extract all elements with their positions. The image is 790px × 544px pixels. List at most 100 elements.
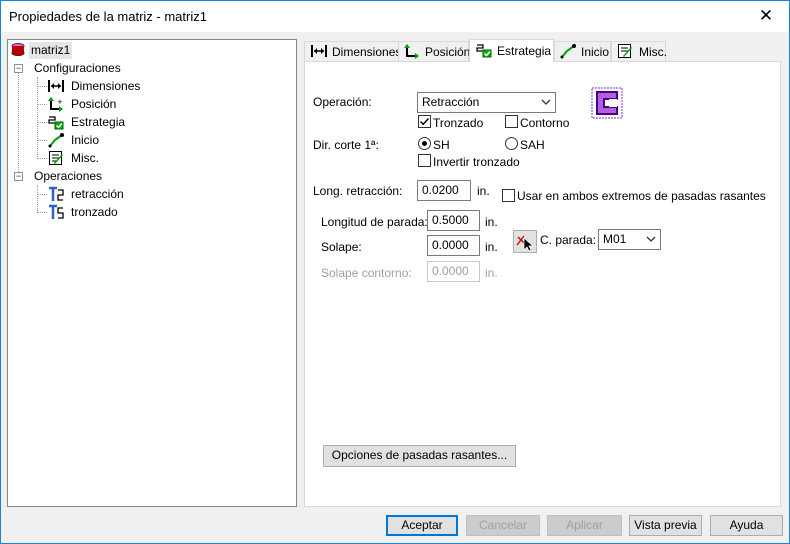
aplicar-button[interactable]: Aplicar: [547, 515, 622, 536]
tree-connector: [38, 122, 47, 123]
collapse-icon[interactable]: −: [14, 172, 23, 181]
solape-input[interactable]: 0.0000: [427, 235, 480, 256]
usar-ambos-checkbox[interactable]: [502, 189, 515, 202]
unit-label: in.: [477, 184, 490, 198]
tab-estrategia[interactable]: Estrategia: [469, 39, 554, 62]
properties-dialog: Propiedades de la matriz - matriz1 ✕ mat…: [0, 0, 790, 544]
tree-connector: [38, 140, 47, 141]
matrix-icon: [11, 43, 25, 56]
tree-item-inicio[interactable]: Inicio: [48, 132, 148, 149]
tab-label: Estrategia: [497, 44, 552, 58]
unit-label: in.: [485, 266, 498, 280]
position-icon: +: [48, 97, 63, 112]
window-title: Propiedades de la matriz - matriz1: [9, 9, 207, 24]
c-parada-label: C. parada:: [540, 233, 597, 247]
long-retraccion-input[interactable]: 0.0200: [417, 180, 471, 201]
tree-label: Dimensiones: [71, 79, 141, 93]
tree-item-posicion[interactable]: + Posición: [48, 96, 148, 113]
notes-icon: [618, 44, 632, 58]
tab-misc[interactable]: Misc.: [611, 41, 667, 61]
solape-contorno-input[interactable]: 0.0000: [427, 261, 480, 282]
start-icon: [560, 44, 576, 59]
contorno-checkbox[interactable]: [505, 115, 518, 128]
tree-item-operaciones[interactable]: Operaciones: [34, 168, 114, 185]
retraction-icon: [49, 186, 64, 201]
collapse-icon[interactable]: −: [14, 64, 23, 73]
tree-item-matriz1[interactable]: matriz1: [10, 42, 73, 59]
longitud-parada-label: Longitud de parada:: [321, 215, 428, 229]
dir-corte-label: Dir. corte 1ª:: [313, 138, 379, 152]
operacion-dropdown[interactable]: Retracción: [417, 92, 556, 113]
tree-connector: [38, 104, 47, 105]
tree-connector: [38, 212, 47, 213]
ayuda-button[interactable]: Ayuda: [710, 515, 783, 536]
solape-label: Solape:: [321, 240, 362, 254]
tree-connector: [38, 158, 47, 159]
tree-connector: [37, 185, 38, 213]
sh-label: SH: [433, 138, 450, 152]
tab-label: Posición: [425, 45, 471, 59]
strategy-icon: [48, 116, 64, 130]
tree-item-misc[interactable]: Misc.: [48, 150, 148, 167]
tree-connector: [38, 86, 47, 87]
cursor-pick-icon: [516, 235, 534, 252]
tab-dimensiones[interactable]: Dimensiones: [304, 41, 402, 61]
tab-label: Dimensiones: [332, 45, 402, 59]
sh-radio[interactable]: [418, 137, 431, 150]
tree-label: retracción: [71, 187, 124, 201]
operacion-label: Operación:: [313, 95, 372, 109]
tronzado-label: Tronzado: [433, 116, 484, 130]
pick-stop-point-button[interactable]: [513, 230, 537, 253]
close-icon[interactable]: ✕: [743, 1, 789, 32]
solape-contorno-label: Solape contorno:: [321, 266, 412, 280]
tree-item-tronzado[interactable]: tronzado: [48, 204, 148, 221]
invertir-label: Invertir tronzado: [433, 155, 520, 169]
c-parada-dropdown[interactable]: M01: [598, 229, 661, 250]
cutoff-icon: [49, 204, 64, 219]
tree-label: Configuraciones: [34, 61, 121, 75]
check-icon: [419, 117, 430, 126]
aceptar-button[interactable]: Aceptar: [386, 515, 458, 536]
unit-label: in.: [485, 215, 498, 229]
position-icon: [404, 44, 419, 59]
contorno-label: Contorno: [520, 116, 570, 130]
sah-radio[interactable]: [505, 137, 518, 150]
chevron-down-icon: [541, 99, 551, 105]
notes-icon: [49, 151, 63, 165]
invertir-checkbox[interactable]: [418, 154, 431, 167]
long-retraccion-label: Long. retracción:: [313, 184, 403, 198]
start-icon: [48, 133, 64, 148]
tree-label: Misc.: [71, 151, 99, 165]
tree-label: Operaciones: [34, 169, 103, 183]
operacion-value: Retracción: [422, 95, 480, 109]
usar-ambos-label: Usar en ambos extremos de pasadas rasant…: [517, 189, 766, 203]
cancelar-button[interactable]: Cancelar: [466, 515, 540, 536]
title-bar: Propiedades de la matriz - matriz1 ✕: [1, 1, 789, 32]
radio-dot: [422, 141, 427, 146]
tab-label: Misc.: [639, 45, 667, 59]
tab-label: Inicio: [581, 45, 610, 59]
c-parada-value: M01: [603, 232, 627, 246]
vista-previa-button[interactable]: Vista previa: [629, 515, 702, 536]
tree-item-retraccion[interactable]: retracción: [48, 186, 148, 203]
tree-label: tronzado: [71, 205, 118, 219]
strategy-icon: [476, 44, 492, 58]
tree-item-estrategia[interactable]: Estrategia: [48, 114, 148, 131]
strategy-preview-icon: [591, 87, 623, 119]
tab-inicio[interactable]: Inicio: [554, 41, 611, 61]
tree-item-dimensiones[interactable]: Dimensiones: [48, 78, 148, 95]
dimensions-icon: [48, 80, 64, 92]
chevron-down-icon: [646, 236, 656, 242]
unit-label: in.: [485, 240, 498, 254]
opciones-pasadas-button[interactable]: Opciones de pasadas rasantes...: [323, 445, 516, 467]
tab-posicion[interactable]: Posición: [398, 41, 471, 61]
tree-label: Estrategia: [71, 115, 126, 129]
tree-label: Posición: [71, 97, 117, 111]
tree-label: matriz1: [29, 42, 73, 59]
tree-connector: [18, 68, 19, 176]
configuration-tree: matriz1 − Configuraciones Dimensiones + …: [7, 39, 297, 507]
tronzado-checkbox[interactable]: [418, 115, 431, 128]
tree-item-configuraciones[interactable]: Configuraciones: [34, 60, 124, 77]
tree-label: Inicio: [71, 133, 100, 147]
longitud-parada-input[interactable]: 0.5000: [427, 210, 480, 231]
